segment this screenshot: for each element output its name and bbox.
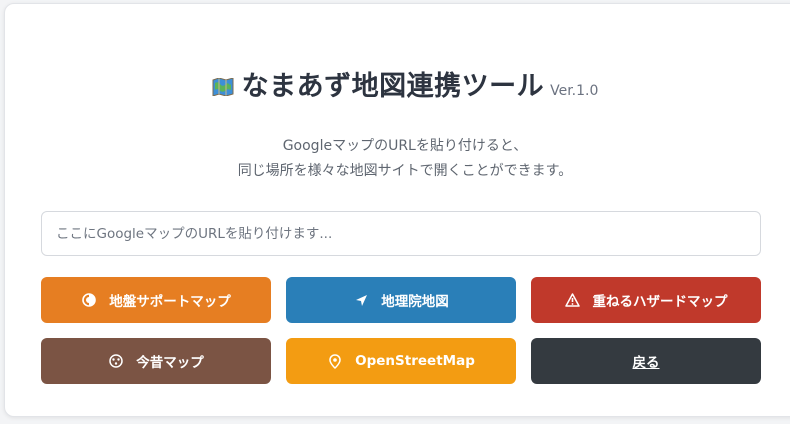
map-pin-icon xyxy=(327,353,343,369)
button-label: 地理院地図 xyxy=(381,294,449,310)
header: なまあず地図連携ツール Ver.1.0 xyxy=(5,64,790,103)
map-icon xyxy=(212,77,234,97)
location-arrow-icon xyxy=(353,292,369,308)
back-button[interactable]: 戻る xyxy=(531,338,761,384)
description: GoogleマップのURLを貼り付けると、 同じ場所を様々な地図サイトで開くこと… xyxy=(5,134,790,184)
circle-half-icon xyxy=(81,292,97,308)
button-label: 今昔マップ xyxy=(136,355,204,371)
jiban-support-map-button[interactable]: 地盤サポートマップ xyxy=(41,277,271,323)
hazard-map-button[interactable]: 重ねるハザードマップ xyxy=(531,277,761,323)
konjaku-map-button[interactable]: 今昔マップ xyxy=(41,338,271,384)
description-line-1: GoogleマップのURLを貼り付けると、 xyxy=(282,138,528,154)
button-label: 重ねるハザードマップ xyxy=(592,294,728,310)
history-icon xyxy=(108,353,124,369)
url-input[interactable] xyxy=(41,211,761,256)
page-title: なまあず地図連携ツール xyxy=(241,71,545,102)
button-label: OpenStreetMap xyxy=(355,353,475,369)
button-label: 地盤サポートマップ xyxy=(109,294,231,310)
button-label: 戻る xyxy=(632,355,660,371)
description-line-2: 同じ場所を様々な地図サイトで開くことができます。 xyxy=(237,163,573,179)
version-label: Ver.1.0 xyxy=(550,83,599,99)
main-card: なまあず地図連携ツール Ver.1.0 GoogleマップのURLを貼り付けると、… xyxy=(4,3,790,417)
openstreetmap-button[interactable]: OpenStreetMap xyxy=(286,338,516,384)
warning-triangle-icon xyxy=(565,292,581,308)
chiriin-map-button[interactable]: 地理院地図 xyxy=(286,277,516,323)
